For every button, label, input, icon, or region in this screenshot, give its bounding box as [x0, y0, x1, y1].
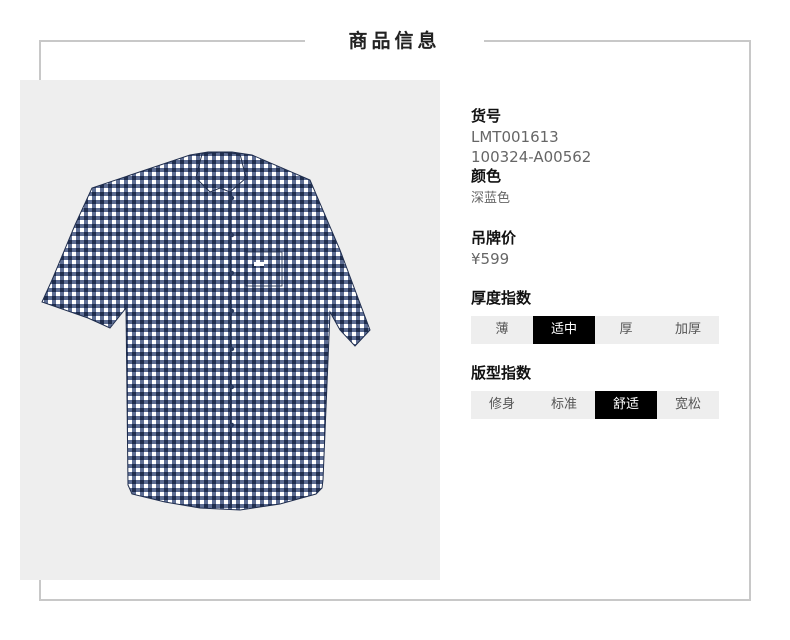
fit-option-loose: 宽松 — [657, 391, 719, 419]
frame-left-line — [39, 40, 41, 80]
color-value: 深蓝色 — [471, 191, 511, 206]
shirt-photo-icon — [41, 151, 371, 511]
thickness-option-extra-thick: 加厚 — [657, 316, 719, 344]
fit-option-standard: 标准 — [533, 391, 595, 419]
thickness-option-medium: 适中 — [533, 316, 595, 344]
frame-top-right-line — [484, 40, 751, 42]
fit-option-slim: 修身 — [471, 391, 533, 419]
thickness-option-thin: 薄 — [471, 316, 533, 344]
fit-label: 版型指数 — [471, 364, 532, 382]
price-value: ¥599 — [471, 250, 510, 268]
frame-left-lower-line — [39, 580, 41, 601]
product-image — [20, 80, 440, 580]
sku-value-1: LMT001613 — [471, 128, 559, 146]
sku-value-2: 100324-A00562 — [471, 148, 592, 166]
sku-label: 货号 — [471, 107, 502, 125]
thickness-option-thick: 厚 — [595, 316, 657, 344]
thickness-scale: 薄 适中 厚 加厚 — [471, 316, 719, 344]
price-label: 吊牌价 — [471, 229, 517, 247]
thickness-label: 厚度指数 — [471, 289, 532, 307]
product-info-panel: 货号 LMT001613 100324-A00562 颜色 深蓝色 吊牌价 ¥5… — [471, 105, 731, 419]
frame-top-left-line — [39, 40, 305, 42]
color-label: 颜色 — [471, 167, 502, 185]
frame-bottom-line — [39, 599, 751, 601]
section-title: 商品信息 — [305, 24, 484, 58]
fit-scale: 修身 标准 舒适 宽松 — [471, 391, 719, 419]
frame-right-line — [749, 40, 751, 601]
fit-option-comfort: 舒适 — [595, 391, 657, 419]
